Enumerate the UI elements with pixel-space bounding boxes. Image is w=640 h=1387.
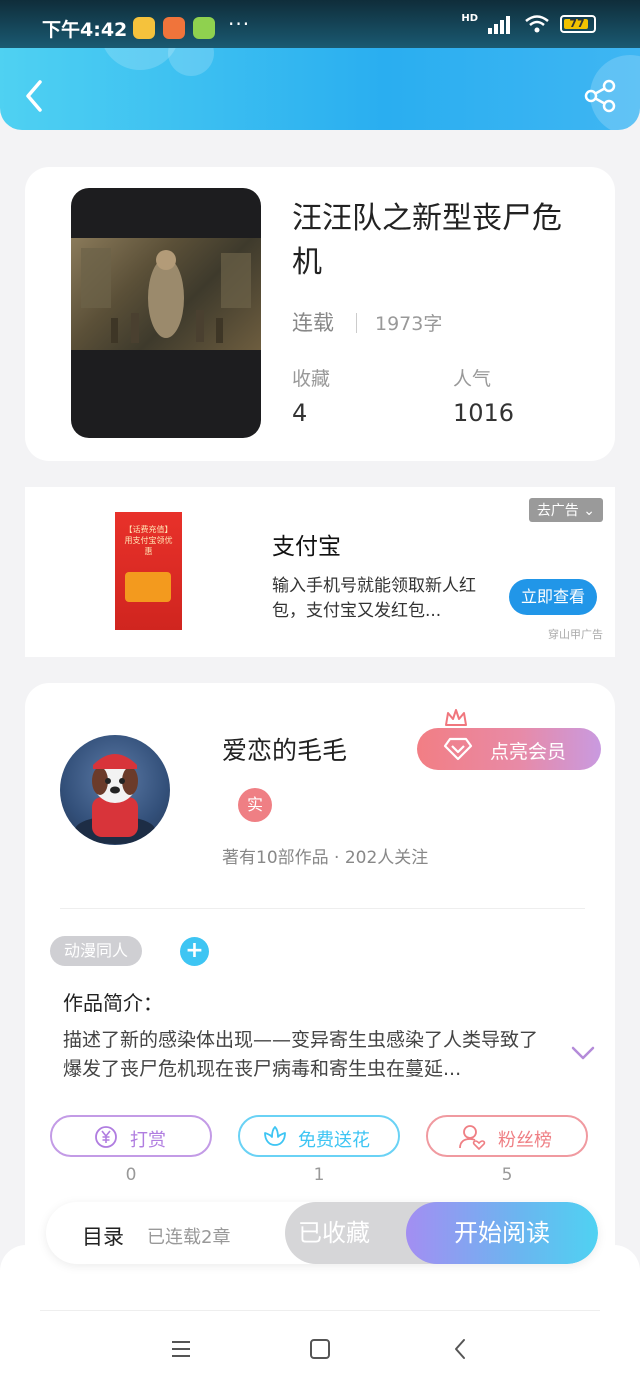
- yuan-icon: [95, 1126, 117, 1148]
- fans-count: 5: [501, 1165, 513, 1185]
- author-stats: 著有10部作品 · 202人关注: [222, 848, 429, 868]
- wifi-icon: [525, 15, 549, 33]
- ad-view-button[interactable]: 立即查看: [509, 579, 597, 615]
- system-navigation-bar: [0, 1245, 640, 1387]
- start-reading-button[interactable]: 开始阅读: [406, 1202, 598, 1264]
- toc-button[interactable]: 目录: [82, 1221, 124, 1251]
- ad-image: 【话费充值】用支付宝领优惠: [115, 512, 182, 630]
- hd-indicator: HD: [461, 12, 478, 24]
- app-notification-icon: [193, 17, 215, 39]
- vip-button[interactable]: 点亮会员: [417, 728, 601, 770]
- flower-count: 1: [313, 1165, 325, 1185]
- intro-text: 描述了新的感染体出现——变异寄生虫感染了人类导致了爆发了丧尸危机现在丧尸病毒和寄…: [63, 1029, 539, 1080]
- reading-action-bar: 目录 已连载2章 已收藏 开始阅读: [46, 1202, 598, 1264]
- qq-browser-icon: [133, 17, 155, 39]
- back-icon[interactable]: [20, 78, 50, 114]
- send-flower-button[interactable]: 免费送花: [238, 1115, 400, 1157]
- flower-icon: [264, 1126, 286, 1146]
- intro-label: 作品简介：: [63, 991, 163, 1015]
- serialization-status: 连载: [292, 311, 334, 335]
- divider: [40, 1310, 600, 1311]
- reward-button[interactable]: 打赏: [50, 1115, 212, 1157]
- share-icon[interactable]: [582, 78, 618, 114]
- ad-title: 支付宝: [272, 534, 341, 560]
- author-avatar[interactable]: [60, 735, 170, 845]
- expand-chevron-icon[interactable]: [571, 1045, 595, 1061]
- ad-banner[interactable]: 【话费充值】用支付宝领优惠 去广告 ⌄ 支付宝 输入手机号就能领取新人红包，支付…: [25, 487, 615, 657]
- verified-badge: 实: [238, 788, 272, 822]
- favorites-value: 4: [292, 399, 308, 427]
- status-bar: 下午4:42 ··· HD 77: [0, 0, 640, 48]
- chapter-count: 已连载2章: [147, 1227, 231, 1248]
- app-header: 下午4:42 ··· HD 77: [0, 0, 640, 130]
- reward-count: 0: [125, 1165, 137, 1185]
- book-title: 汪汪队之新型丧尸危机: [292, 201, 562, 280]
- fans-ranking-button[interactable]: 粉丝榜: [426, 1115, 588, 1157]
- status-time: 下午4:42: [42, 19, 128, 41]
- author-name[interactable]: 爱恋的毛毛: [222, 731, 347, 767]
- favorites-label: 收藏: [292, 368, 331, 390]
- menu-icon[interactable]: [169, 1337, 193, 1361]
- ad-description: 输入手机号就能领取新人红包，支付宝又发红包...: [272, 576, 476, 621]
- divider: [60, 908, 585, 909]
- book-cover[interactable]: [71, 188, 261, 438]
- gift-icon: [125, 572, 171, 602]
- book-cover-image: [71, 238, 261, 350]
- book-info-card: 汪汪队之新型丧尸危机 连载 1973字 收藏 4 人气 1016: [25, 167, 615, 461]
- back-nav-icon[interactable]: [449, 1337, 473, 1361]
- add-tag-button[interactable]: +: [180, 937, 209, 966]
- more-notifications-icon: ···: [228, 12, 251, 36]
- divider: [356, 313, 357, 333]
- home-icon[interactable]: [308, 1337, 332, 1361]
- diamond-icon: [443, 737, 473, 761]
- battery-icon: 77: [560, 15, 596, 33]
- crown-icon: [445, 709, 467, 726]
- popularity-value: 1016: [453, 399, 515, 427]
- remove-ad-button[interactable]: 去广告 ⌄: [528, 498, 603, 522]
- taobao-icon: [163, 17, 185, 39]
- popularity-label: 人气: [453, 368, 492, 390]
- word-count: 1973字: [375, 313, 443, 335]
- ad-source-label: 穿山甲广告: [548, 628, 603, 641]
- fans-icon: [459, 1125, 486, 1151]
- status-indicators: HD 77: [461, 12, 596, 34]
- category-tag[interactable]: 动漫同人: [50, 936, 143, 966]
- signal-icon: [488, 16, 510, 34]
